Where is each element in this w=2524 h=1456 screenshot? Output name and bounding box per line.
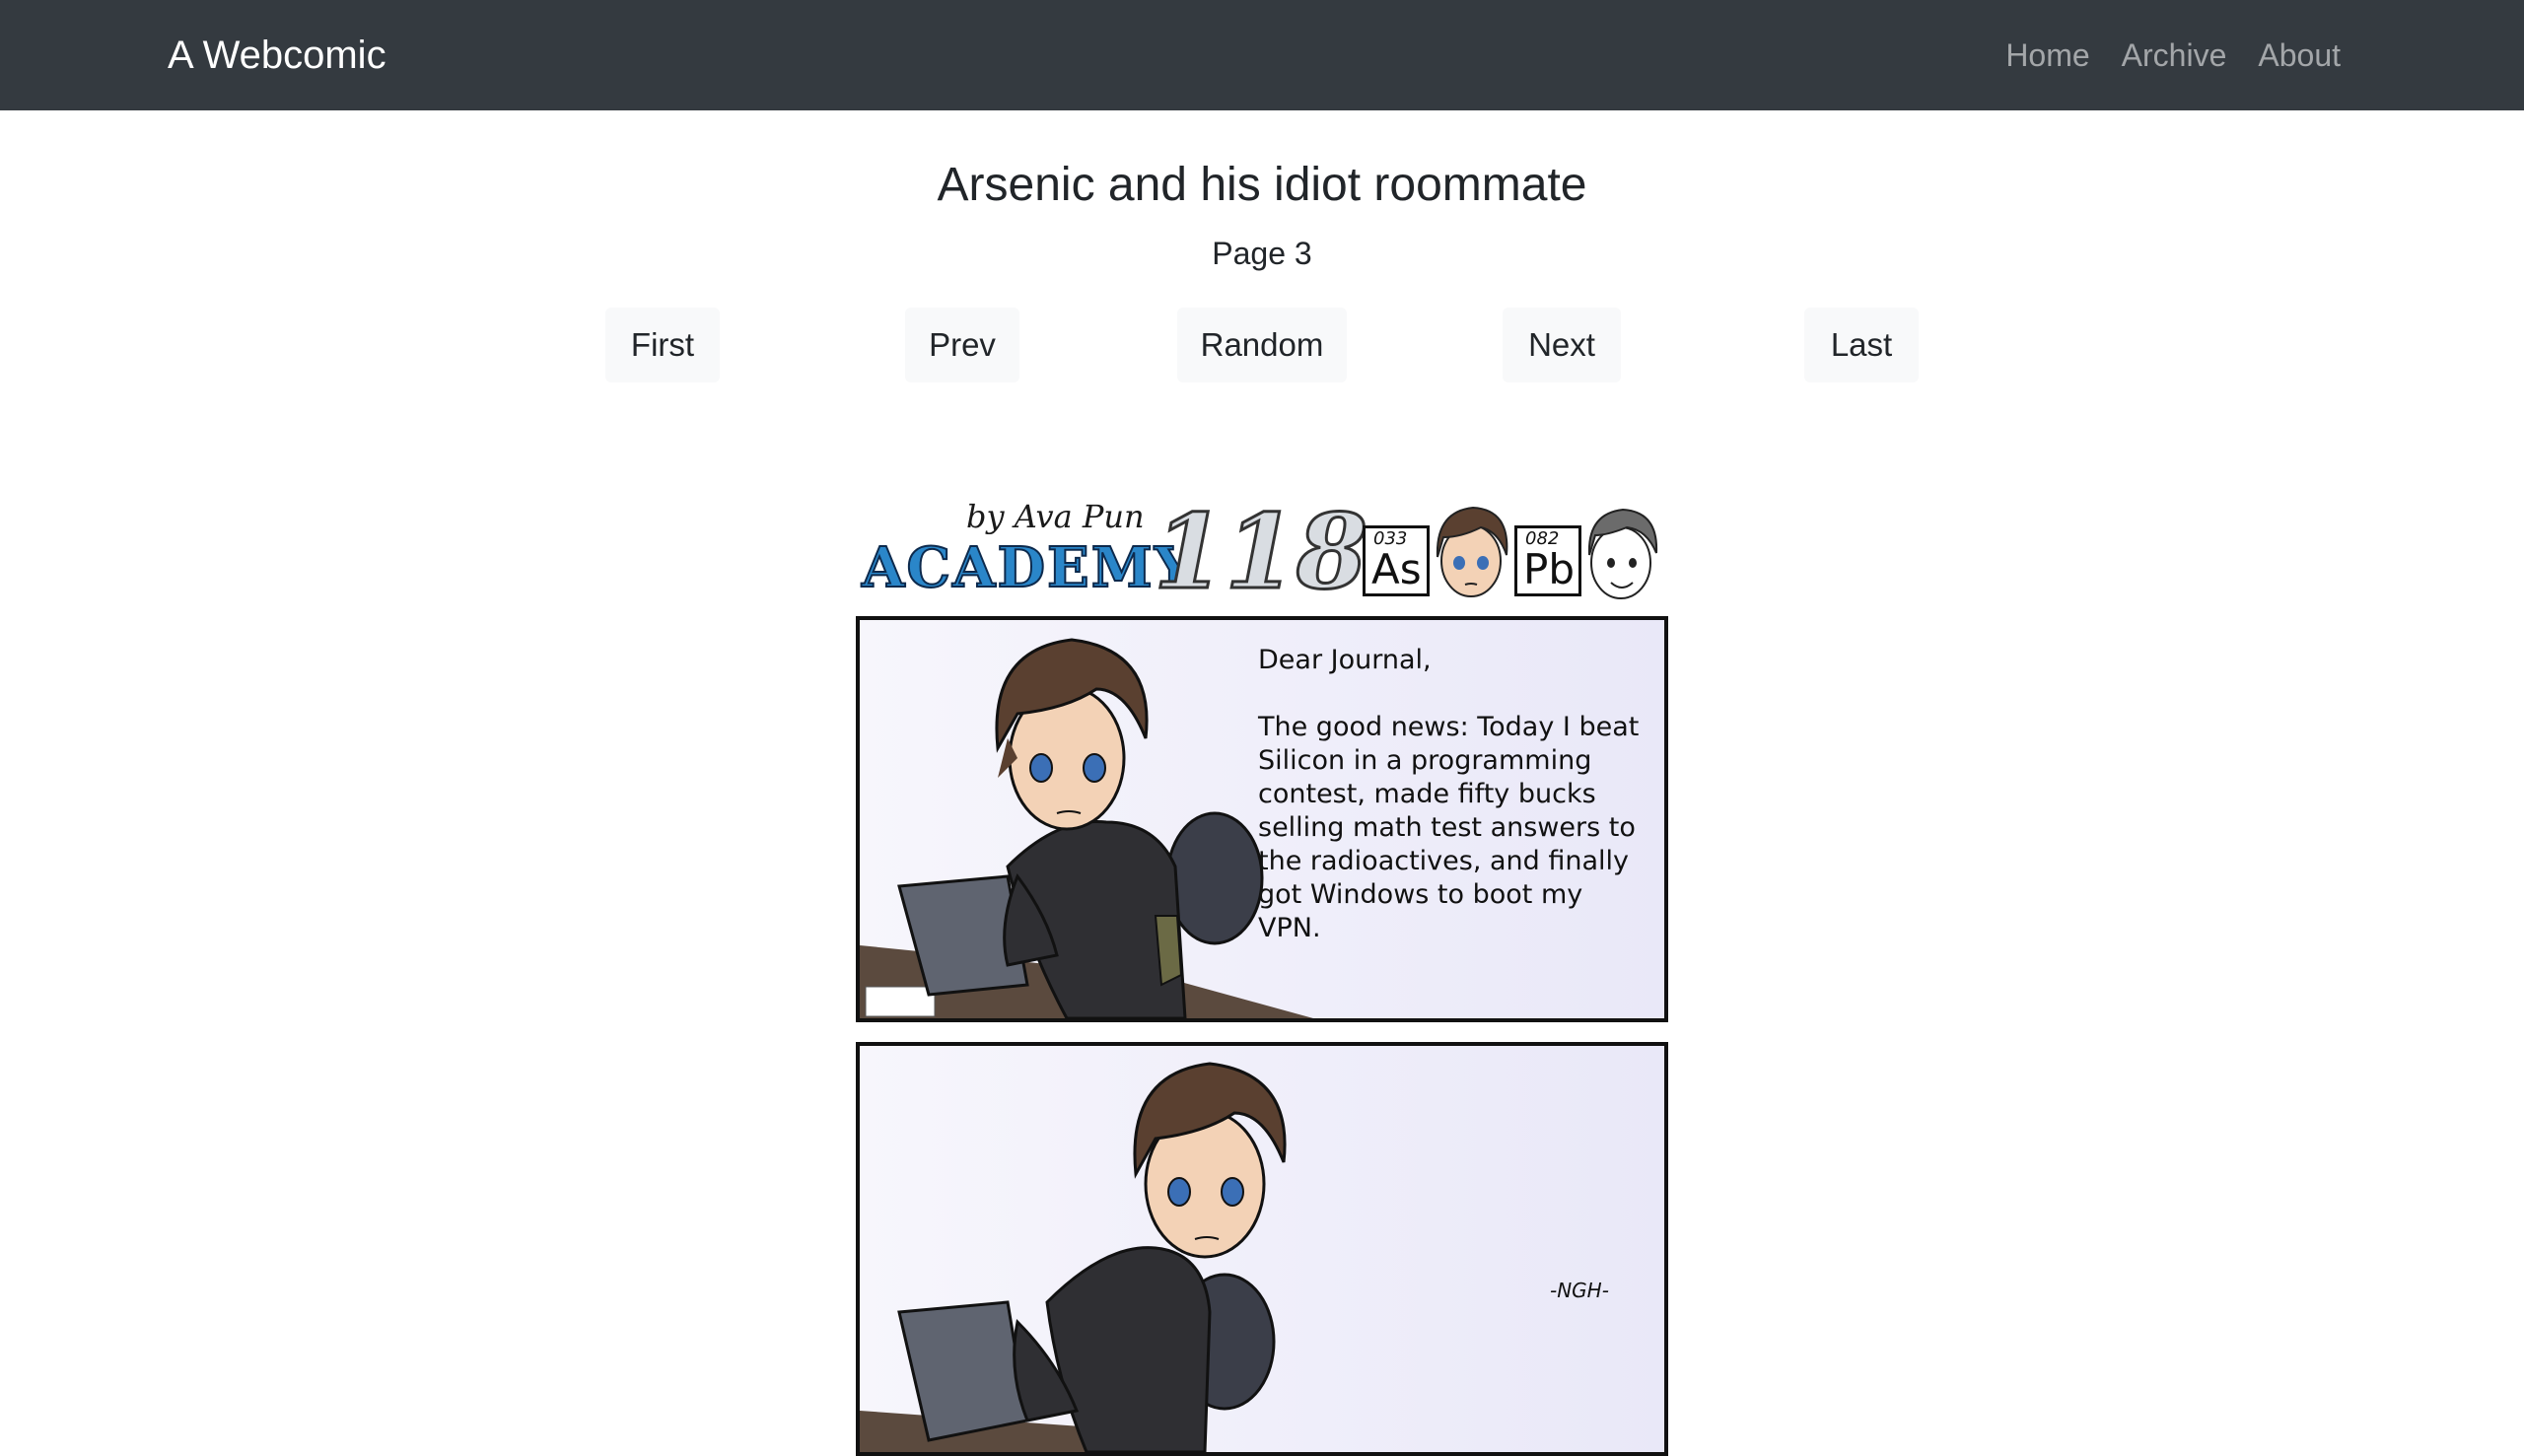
first-button[interactable]: First (605, 308, 720, 382)
comic-header-banner: by Ava Pun ACADEMY 118 033 As 082 Pb (858, 491, 1666, 612)
arsenic-typing-illustration (860, 1062, 1287, 1452)
element-symbol: As (1371, 545, 1422, 593)
random-button[interactable]: Random (1177, 308, 1347, 382)
next-button[interactable]: Next (1503, 308, 1621, 382)
last-button[interactable]: Last (1804, 308, 1919, 382)
element-symbol: Pb (1523, 545, 1575, 593)
comic-logo-number: 118 (1152, 491, 1368, 612)
element-badge-arsenic: 033 As (1363, 525, 1430, 596)
arsenic-face-icon (1436, 506, 1508, 597)
comic-byline: by Ava Pun (966, 498, 1145, 535)
nav-links: Home Archive About (2005, 32, 2341, 79)
journal-caption: Dear Journal, The good news: Today I bea… (1258, 645, 1640, 943)
navbar: A Webcomic Home Archive About (0, 0, 2524, 110)
nav-link-about[interactable]: About (2258, 32, 2341, 79)
comic-panel-2: -NGH- (856, 1042, 1668, 1456)
page-number: Page 3 (1212, 236, 1312, 271)
element-badge-lead: 082 Pb (1514, 525, 1581, 596)
nav-link-home[interactable]: Home (2005, 32, 2089, 79)
lead-face-icon (1587, 508, 1658, 599)
comic-title: Arsenic and his idiot roommate (937, 159, 1587, 211)
comic-panel-1: Dear Journal, The good news: Today I bea… (856, 616, 1668, 1022)
nav-link-archive[interactable]: Archive (2122, 32, 2227, 79)
prev-button[interactable]: Prev (905, 308, 1019, 382)
site-brand-link[interactable]: A Webcomic (168, 30, 386, 81)
sound-effect-text: -NGH- (1550, 1279, 1609, 1302)
comic-logo-word: ACADEMY (861, 534, 1196, 601)
